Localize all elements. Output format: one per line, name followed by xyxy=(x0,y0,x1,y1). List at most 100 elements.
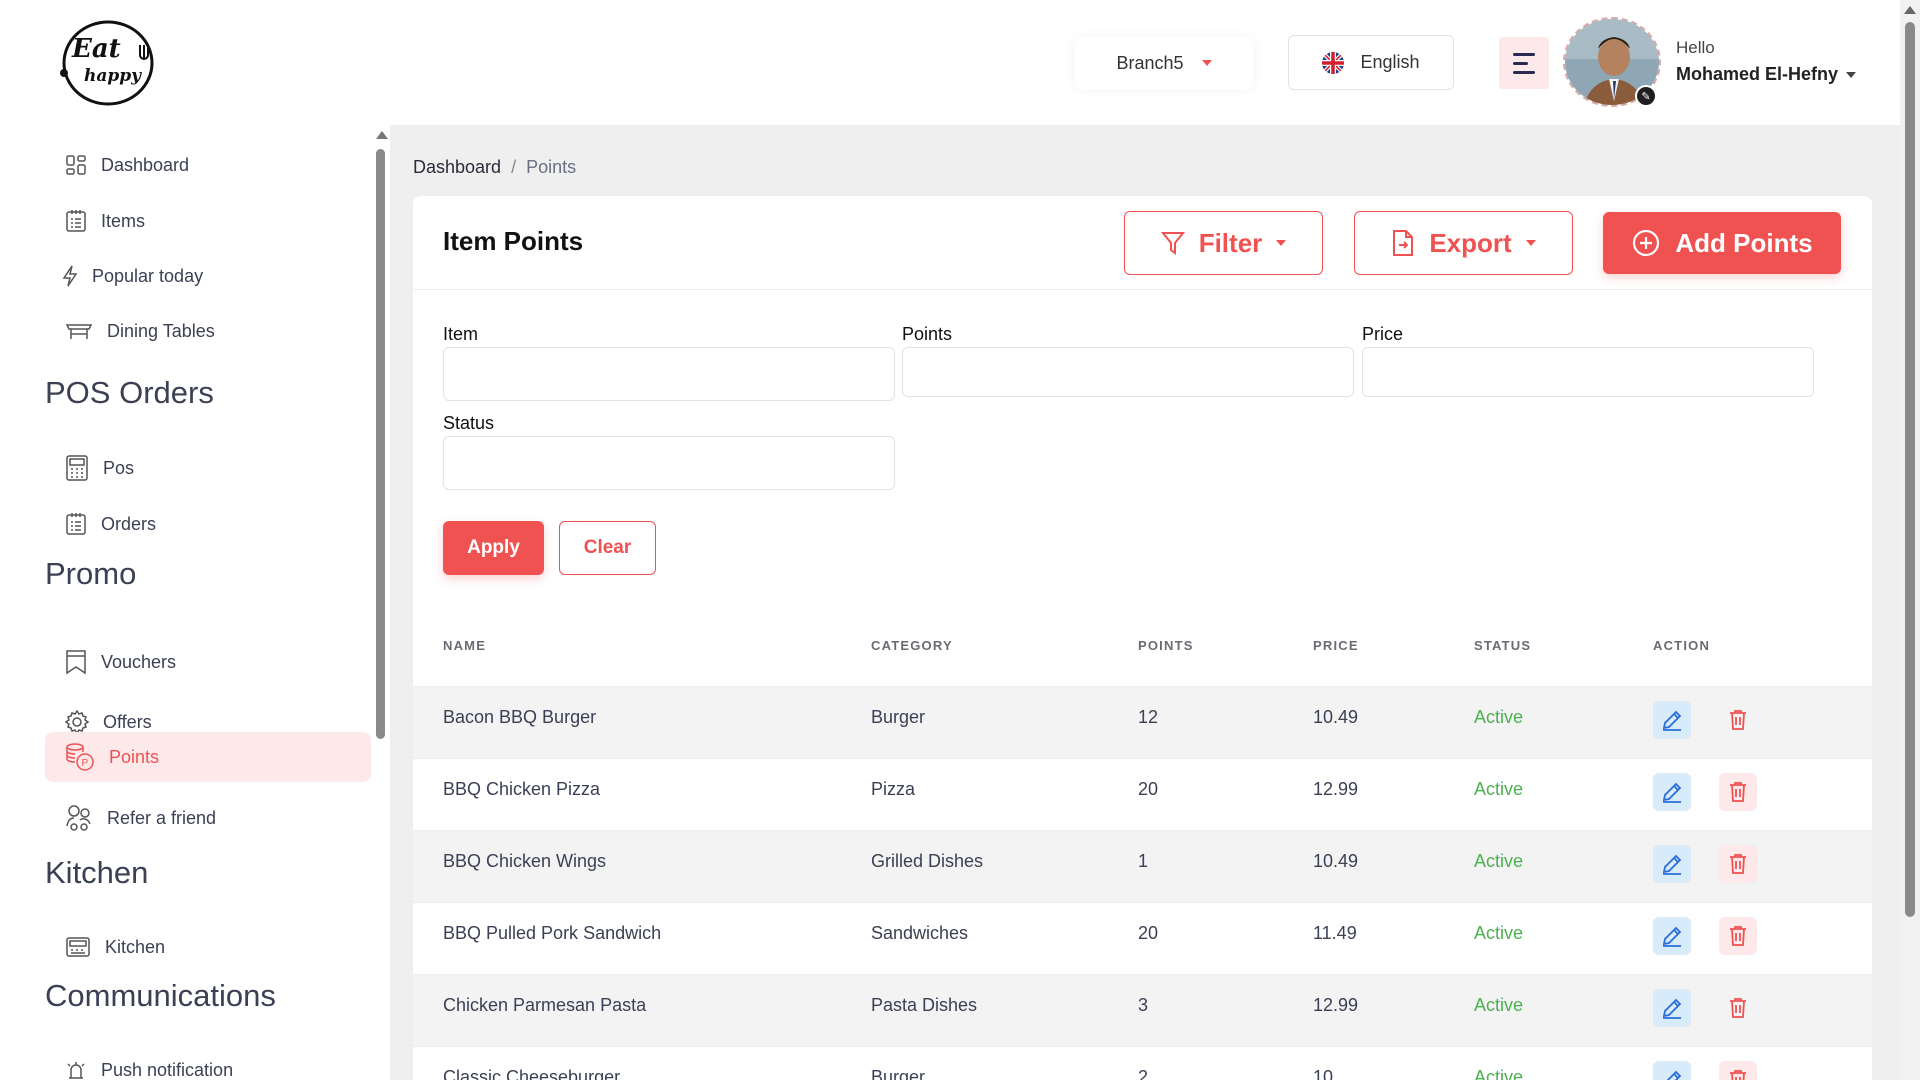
filter-button[interactable]: Filter xyxy=(1124,211,1323,275)
export-label: Export xyxy=(1429,227,1512,258)
sidebar-item-items[interactable]: Items xyxy=(45,196,371,246)
orders-icon xyxy=(66,513,86,535)
sidebar-item-vouchers[interactable]: Vouchers xyxy=(45,637,371,687)
delete-button[interactable] xyxy=(1719,989,1757,1027)
eat-happy-logo[interactable]: Eat happy xyxy=(58,17,158,107)
edit-button[interactable] xyxy=(1653,917,1691,955)
delete-button[interactable] xyxy=(1719,701,1757,739)
delete-button[interactable] xyxy=(1719,1061,1757,1080)
sidebar-item-pos[interactable]: Pos xyxy=(45,443,371,493)
item-filter-input[interactable] xyxy=(443,347,895,401)
lightning-icon xyxy=(62,265,78,287)
sidebar: Dashboard Items Popular today Dining Tab… xyxy=(0,125,390,1080)
sidebar-item-dashboard[interactable]: Dashboard xyxy=(45,140,371,190)
delete-button[interactable] xyxy=(1719,773,1757,811)
trash-icon xyxy=(1730,926,1746,946)
breadcrumb-dashboard[interactable]: Dashboard xyxy=(413,157,501,178)
table-row: BBQ Chicken Wings Grilled Dishes 1 10.49… xyxy=(413,831,1872,903)
trash-icon xyxy=(1730,1070,1746,1080)
hamburger-menu-button[interactable] xyxy=(1499,37,1549,89)
status-filter-input[interactable] xyxy=(443,436,895,490)
apply-button[interactable]: Apply xyxy=(443,521,544,575)
cell-points: 2 xyxy=(1138,1067,1149,1080)
trash-icon xyxy=(1730,782,1746,802)
chevron-down-icon xyxy=(1846,71,1857,78)
column-header-status[interactable]: STATUS xyxy=(1474,638,1531,653)
breadcrumb: Dashboard / Points xyxy=(413,157,576,178)
items-icon xyxy=(66,210,86,232)
column-header-points[interactable]: POINTS xyxy=(1138,638,1194,653)
pencil-icon xyxy=(1662,926,1682,947)
cell-points: 12 xyxy=(1138,707,1159,727)
points-filter-input[interactable] xyxy=(902,347,1354,397)
cell-status: Active xyxy=(1474,1067,1524,1080)
cell-price: 11.49 xyxy=(1313,923,1357,943)
svg-text:Eat: Eat xyxy=(71,34,121,64)
bell-icon xyxy=(67,1062,85,1079)
pos-icon xyxy=(66,455,88,481)
edit-avatar-icon[interactable]: ✎ xyxy=(1635,85,1657,107)
edit-button[interactable] xyxy=(1653,1061,1691,1080)
sidebar-item-push-notification[interactable]: Push notification xyxy=(45,1045,371,1080)
branch-selector[interactable]: Branch5 xyxy=(1075,37,1253,89)
edit-button[interactable] xyxy=(1653,845,1691,883)
cell-category: Grilled Dishes xyxy=(871,851,984,871)
sidebar-item-label: Offers xyxy=(103,711,152,732)
pencil-icon xyxy=(1662,710,1682,731)
column-header-name[interactable]: NAME xyxy=(443,638,486,653)
sidebar-item-refer-a-friend[interactable]: Refer a friend xyxy=(45,793,371,843)
sidebar-scroll-thumb[interactable] xyxy=(376,149,385,739)
chevron-down-icon xyxy=(1525,240,1536,246)
column-header-price[interactable]: PRICE xyxy=(1313,638,1359,653)
export-button[interactable]: Export xyxy=(1354,211,1573,275)
section-title-communications: Communications xyxy=(45,978,276,1013)
scroll-up-icon[interactable] xyxy=(1904,6,1916,14)
status-filter-label: Status xyxy=(443,413,495,433)
edit-button[interactable] xyxy=(1653,989,1691,1027)
menu-line-icon xyxy=(1513,52,1535,56)
svg-text:happy: happy xyxy=(84,66,142,86)
edit-button[interactable] xyxy=(1653,773,1691,811)
sidebar-item-label: Points xyxy=(109,746,160,767)
column-header-category[interactable]: CATEGORY xyxy=(871,638,953,653)
delete-button[interactable] xyxy=(1719,917,1757,955)
sidebar-item-label: Dining Tables xyxy=(107,320,215,341)
cell-price: 10.49 xyxy=(1313,707,1359,727)
window-scrollbar[interactable] xyxy=(1900,0,1920,1080)
cell-price: 10.49 xyxy=(1313,851,1359,871)
sidebar-item-orders[interactable]: Orders xyxy=(45,499,371,549)
section-title-pos-orders: POS Orders xyxy=(45,375,214,410)
user-avatar[interactable]: ✎ xyxy=(1563,17,1661,107)
edit-button[interactable] xyxy=(1653,701,1691,739)
cell-status: Active xyxy=(1474,851,1524,871)
sidebar-item-label: Pos xyxy=(103,457,135,478)
delete-button[interactable] xyxy=(1719,845,1757,883)
cell-category: Sandwiches xyxy=(871,923,969,943)
cell-status: Active xyxy=(1474,995,1524,1015)
window-scroll-thumb[interactable] xyxy=(1905,22,1915,917)
sidebar-item-label: Push notification xyxy=(101,1059,234,1080)
breadcrumb-current: Points xyxy=(526,157,577,177)
sidebar-item-popular-today[interactable]: Popular today xyxy=(45,251,371,301)
page-title: Item Points xyxy=(443,226,584,256)
price-filter-input[interactable] xyxy=(1362,347,1814,397)
add-points-button[interactable]: Add Points xyxy=(1603,212,1841,274)
top-header: Eat happy Branch5 English ✎ Hello Mohame… xyxy=(0,0,1900,125)
clear-button[interactable]: Clear xyxy=(559,521,656,575)
branch-name: Branch5 xyxy=(1116,52,1184,73)
table-row: Chicken Parmesan Pasta Pasta Dishes 3 12… xyxy=(413,975,1872,1047)
user-menu-toggle[interactable]: Mohamed El-Hefny xyxy=(1676,64,1857,85)
sidebar-item-points[interactable]: P Points xyxy=(45,732,371,782)
cell-category: Burger xyxy=(871,1067,926,1080)
sidebar-item-label: Items xyxy=(101,210,146,231)
sidebar-scrollbar[interactable] xyxy=(374,125,388,1080)
scroll-up-icon[interactable] xyxy=(376,131,388,139)
table-icon xyxy=(65,324,93,339)
svg-text:P: P xyxy=(82,758,89,769)
section-title-promo: Promo xyxy=(45,556,137,591)
sidebar-item-dining-tables[interactable]: Dining Tables xyxy=(45,306,371,356)
language-selector[interactable]: English xyxy=(1288,35,1454,90)
offers-icon xyxy=(65,710,89,734)
dashboard-icon xyxy=(66,155,86,175)
sidebar-item-kitchen[interactable]: Kitchen xyxy=(45,922,371,972)
